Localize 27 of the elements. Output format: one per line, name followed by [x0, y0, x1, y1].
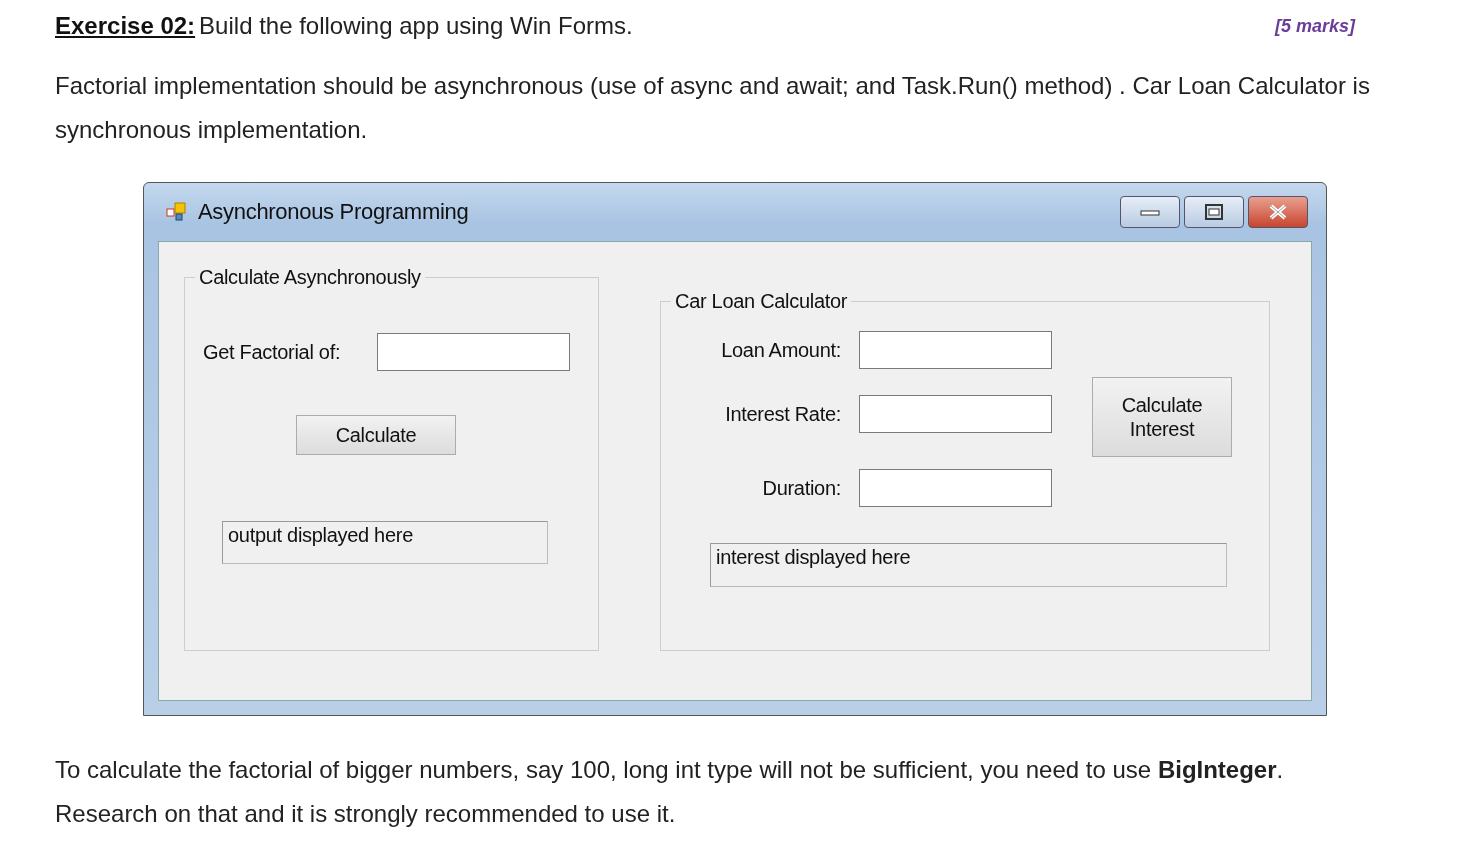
field-label: Interest Rate: — [724, 402, 842, 426]
maximize-button[interactable] — [1184, 196, 1244, 228]
intro-paragraph: Factorial implementation should be asynchronous (use of async and await; and Task.Run() method) . Car Loan Calculator is synchronous implementation. — [55, 71, 1371, 145]
marks-label: [5 marks] — [1274, 15, 1355, 37]
minimize-icon — [1140, 207, 1160, 217]
exercise-label: Exercise 02: — [55, 12, 196, 40]
calculate-interest-button[interactable]: Calculate Interest — [1092, 377, 1232, 457]
window-title: Asynchronous Programming — [198, 199, 469, 225]
factorial-input[interactable] — [377, 333, 571, 371]
calculate-button[interactable]: Calculate — [296, 415, 456, 455]
app-icon — [166, 201, 188, 223]
factorial-output: output displayed here — [222, 521, 548, 564]
factorial-group-title: Calculate Asynchronously — [198, 266, 422, 289]
exercise-title: Build the following app using Win Forms. — [199, 12, 633, 40]
field-label: Loan Amount: — [720, 338, 842, 362]
text-field[interactable] — [859, 331, 1052, 369]
interest-output: interest displayed here — [710, 543, 1227, 587]
maximize-icon — [1204, 204, 1224, 220]
text-field[interactable] — [859, 395, 1052, 433]
factorial-label: Get Factorial of: — [203, 340, 341, 364]
minimize-button[interactable] — [1120, 196, 1180, 228]
close-button[interactable] — [1248, 196, 1308, 228]
text-field[interactable] — [859, 469, 1052, 507]
outro-paragraph: To calculate the factorial of bigger numbers, say 100, long int type will not be sufficient, you need to use BigInteger. Research on that and it is strongly recommended to use it. — [55, 755, 1285, 829]
close-icon — [1268, 204, 1288, 220]
field-label: Duration: — [761, 476, 842, 500]
loan-group-title: Car Loan Calculator — [674, 290, 849, 313]
